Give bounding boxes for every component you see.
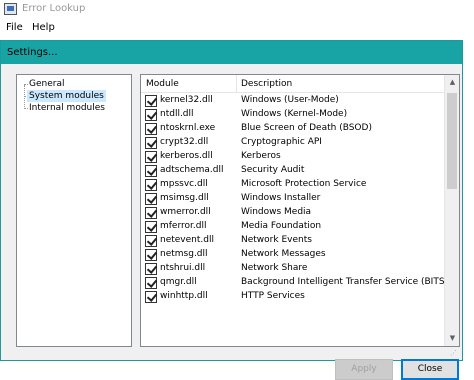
tree-item-general[interactable]: General — [27, 78, 66, 90]
module-description-cell: Windows Media — [241, 207, 312, 217]
module-name-cell: ntoskrnl.exe — [160, 123, 216, 133]
row-checkbox[interactable] — [145, 207, 157, 219]
scroll-down-arrow-icon[interactable]: ▼ — [445, 331, 459, 346]
module-name-cell: wmerror.dll — [160, 207, 211, 217]
row-checkbox[interactable] — [145, 179, 157, 191]
list-row[interactable]: kerberos.dll Kerberos — [141, 150, 445, 164]
module-name-cell: winhttp.dll — [160, 291, 208, 301]
row-checkbox[interactable] — [145, 277, 157, 289]
column-separator[interactable] — [236, 75, 237, 93]
module-description-cell: Microsoft Protection Service — [241, 179, 367, 189]
row-checkbox[interactable] — [145, 165, 157, 177]
scroll-up-arrow-icon[interactable]: ▲ — [445, 75, 459, 90]
column-header-module[interactable]: Module — [146, 79, 179, 89]
app-window-icon — [4, 3, 17, 15]
module-description-cell: HTTP Services — [241, 291, 305, 301]
module-name-cell: kerberos.dll — [160, 151, 213, 161]
module-name-cell: ntdll.dll — [160, 109, 194, 119]
module-name-cell: kernel32.dll — [160, 95, 213, 105]
list-row[interactable]: qmgr.dll Background Intelligent Transfer … — [141, 276, 449, 290]
list-row[interactable]: ntdll.dll Windows (Kernel-Mode) — [141, 108, 445, 122]
row-checkbox[interactable] — [145, 291, 157, 303]
list-row[interactable]: mpssvc.dll Microsoft Protection Service — [141, 178, 445, 192]
tree-item-internal-modules[interactable]: Internal modules — [27, 102, 107, 114]
row-checkbox[interactable] — [145, 151, 157, 163]
dialog-title: Settings... — [7, 47, 58, 58]
list-row[interactable]: mferror.dll Media Foundation — [141, 220, 445, 234]
modules-list[interactable]: Module Description kernel32.dll Windows (… — [140, 74, 460, 347]
module-description-cell: Security Audit — [241, 165, 305, 175]
module-name-cell: ntshrui.dll — [160, 263, 206, 273]
row-checkbox[interactable] — [145, 95, 157, 107]
apply-button[interactable]: Apply — [335, 359, 393, 380]
module-description-cell: Media Foundation — [241, 221, 322, 231]
module-description-cell: Network Events — [241, 235, 312, 245]
module-name-cell: adtschema.dll — [160, 165, 224, 175]
module-name-cell: msimsg.dll — [160, 193, 209, 203]
column-header-description[interactable]: Description — [241, 79, 292, 89]
list-header: Module Description — [141, 75, 445, 93]
tree-item-system-modules[interactable]: System modules — [27, 90, 106, 102]
list-row[interactable]: winhttp.dll HTTP Services — [141, 290, 445, 304]
row-checkbox[interactable] — [145, 235, 157, 247]
module-name-cell: qmgr.dll — [160, 277, 197, 287]
module-description-cell: Cryptographic API — [241, 137, 322, 147]
vertical-scrollbar[interactable]: ▲ ▼ — [444, 75, 459, 346]
row-checkbox[interactable] — [145, 263, 157, 275]
module-description-cell: Kerberos — [241, 151, 281, 161]
module-description-cell: Network Share — [241, 263, 308, 273]
main-titlebar: Error Lookup — [0, 0, 474, 20]
row-checkbox[interactable] — [145, 109, 157, 121]
module-description-cell: Network Messages — [241, 249, 326, 259]
list-row[interactable]: ntoskrnl.exe Blue Screen of Death (BSOD) — [141, 122, 445, 136]
scrollbar-thumb[interactable] — [447, 93, 457, 189]
menu-help[interactable]: Help — [32, 22, 55, 33]
module-name-cell: netmsg.dll — [160, 249, 208, 259]
module-description-cell: Blue Screen of Death (BSOD) — [241, 123, 372, 133]
close-button[interactable]: Close — [401, 359, 459, 380]
row-checkbox[interactable] — [145, 123, 157, 135]
resize-grip-icon[interactable]: ⋰ — [450, 348, 460, 358]
module-name-cell: mferror.dll — [160, 221, 207, 231]
list-row[interactable]: ntshrui.dll Network Share — [141, 262, 445, 276]
dialog-titlebar[interactable]: Settings... — [1, 41, 462, 64]
list-row[interactable]: adtschema.dll Security Audit — [141, 164, 445, 178]
menu-file[interactable]: File — [6, 22, 23, 33]
module-description-cell: Background Intelligent Transfer Service … — [241, 277, 449, 287]
tree-connector-line — [24, 85, 25, 109]
row-checkbox[interactable] — [145, 193, 157, 205]
list-rows: kernel32.dll Windows (User-Mode) ntdll.dll… — [141, 94, 449, 304]
module-name-cell: crypt32.dll — [160, 137, 209, 147]
settings-tree[interactable]: General System modules Internal modules — [16, 74, 132, 347]
list-row[interactable]: msimsg.dll Windows Installer — [141, 192, 445, 206]
list-row[interactable]: wmerror.dll Windows Media — [141, 206, 445, 220]
row-checkbox[interactable] — [145, 221, 157, 233]
main-window-title: Error Lookup — [22, 3, 86, 14]
menubar: File Help — [0, 20, 474, 38]
module-description-cell: Windows Installer — [241, 193, 321, 203]
list-row[interactable]: kernel32.dll Windows (User-Mode) — [141, 94, 445, 108]
list-row[interactable]: crypt32.dll Cryptographic API — [141, 136, 445, 150]
row-checkbox[interactable] — [145, 249, 157, 261]
list-row[interactable]: netevent.dll Network Events — [141, 234, 445, 248]
module-name-cell: mpssvc.dll — [160, 179, 208, 189]
module-name-cell: netevent.dll — [160, 235, 214, 245]
module-description-cell: Windows (Kernel-Mode) — [241, 109, 348, 119]
settings-dialog: Settings... General System modules Inter… — [0, 40, 463, 380]
row-checkbox[interactable] — [145, 137, 157, 149]
module-description-cell: Windows (User-Mode) — [241, 95, 339, 105]
list-row[interactable]: netmsg.dll Network Messages — [141, 248, 445, 262]
